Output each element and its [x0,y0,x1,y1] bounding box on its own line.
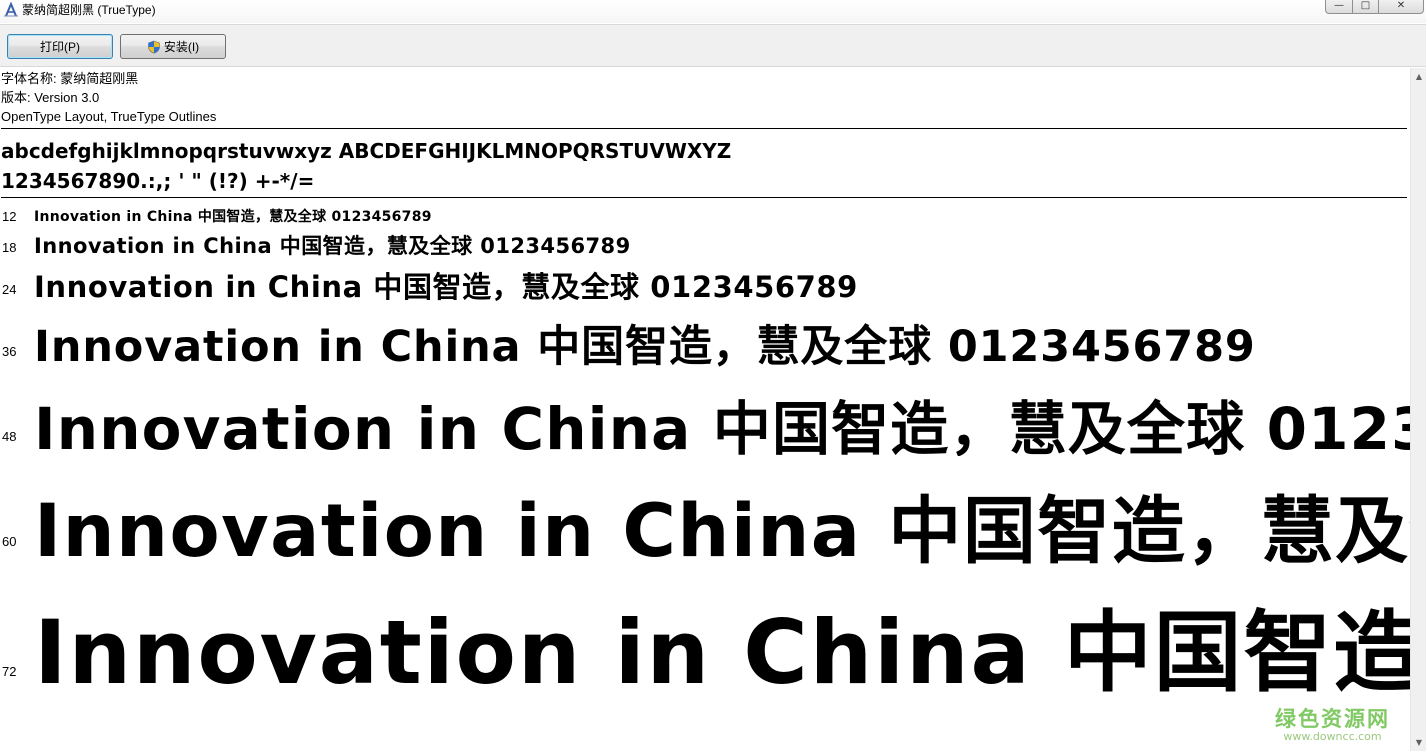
sample-row-60: 60 Innovation in China 中国智造，慧及全球 0123456… [0,466,1410,566]
toolbar: 打印(P) 安装(I) [0,24,1426,67]
scroll-up-icon[interactable]: ▲ [1411,68,1426,85]
uac-shield-icon [147,40,161,54]
charset-preview: abcdefghijklmnopqrstuvwxyz ABCDEFGHIJKLM… [1,136,731,196]
minimize-icon: — [1334,0,1344,11]
sample-row-48: 48 Innovation in China 中国智造，慧及全球 0123456… [0,374,1410,456]
title-bar: 蒙纳简超刚黑 (TrueType) — □ ✕ [0,0,1426,23]
sample-row-12: 12 Innovation in China 中国智造，慧及全球 0123456… [0,204,1410,226]
print-button-label: 打印(P) [40,40,80,54]
font-name-line: 字体名称: 蒙纳简超刚黑 [1,71,139,86]
maximize-icon: □ [1360,0,1371,11]
install-button[interactable]: 安装(I) [120,34,226,59]
sample-text: Innovation in China 中国智造，慧及全球 0123456789 [34,601,1410,704]
caption-buttons: — □ ✕ [1325,0,1424,14]
font-file-icon [3,1,19,18]
watermark-text: 绿色资源网 [1275,707,1390,731]
font-preview-area: 字体名称: 蒙纳简超刚黑 版本: Version 3.0 OpenType La… [0,68,1410,751]
font-version-line: 版本: Version 3.0 [1,90,100,105]
sample-row-36: 36 Innovation in China 中国智造，慧及全球 0123456… [0,306,1410,368]
install-button-label: 安装(I) [163,40,200,54]
size-label: 36 [2,344,17,359]
size-label: 18 [2,240,17,255]
sample-row-18: 18 Innovation in China 中国智造，慧及全球 0123456… [0,227,1410,259]
maximize-button[interactable]: □ [1352,0,1378,14]
divider [1,197,1407,198]
size-label: 12 [2,209,17,224]
font-info: 字体名称: 蒙纳简超刚黑 版本: Version 3.0 OpenType La… [1,69,216,126]
font-type-line: OpenType Layout, TrueType Outlines [1,109,217,124]
sample-text: Innovation in China 中国智造，慧及全球 0123456789 [34,209,432,225]
size-label: 60 [2,534,17,549]
sample-text: Innovation in China 中国智造，慧及全球 0123456789 [34,489,1410,566]
sample-row-24: 24 Innovation in China 中国智造，慧及全球 0123456… [0,260,1410,302]
charset-digits-symbols: 1234567890.:,; ' " (!?) +-*/= [1,169,315,193]
divider [1,128,1407,129]
sample-text: Innovation in China 中国智造，慧及全球 0123456789 [34,322,1256,368]
size-label: 48 [2,429,17,444]
sample-text: Innovation in China 中国智造，慧及全球 0123456789 [34,270,858,302]
sample-row-72: 72 Innovation in China 中国智造，慧及全球 0123456… [0,576,1410,706]
window-title: 蒙纳简超刚黑 (TrueType) [22,3,156,17]
watermark-url: www.downcc.com [1283,730,1382,743]
watermark: 绿色资源网 www.downcc.com [1275,707,1390,743]
sample-text: Innovation in China 中国智造，慧及全球 0123456789 [34,234,631,258]
sample-text: Innovation in China 中国智造，慧及全球 0123456789 [34,395,1410,456]
size-label: 72 [2,664,17,679]
close-icon: ✕ [1396,0,1406,11]
minimize-button[interactable]: — [1325,0,1352,14]
size-label: 24 [2,282,17,297]
close-button[interactable]: ✕ [1378,0,1424,14]
charset-letters: abcdefghijklmnopqrstuvwxyz ABCDEFGHIJKLM… [1,139,732,163]
vertical-scrollbar[interactable]: ▲ ▼ [1410,68,1426,751]
font-viewer-window: 蒙纳简超刚黑 (TrueType) — □ ✕ 打印(P) 安装(I) 字体名称… [0,0,1426,751]
scroll-down-icon[interactable]: ▼ [1411,734,1426,751]
print-button[interactable]: 打印(P) [7,34,113,59]
